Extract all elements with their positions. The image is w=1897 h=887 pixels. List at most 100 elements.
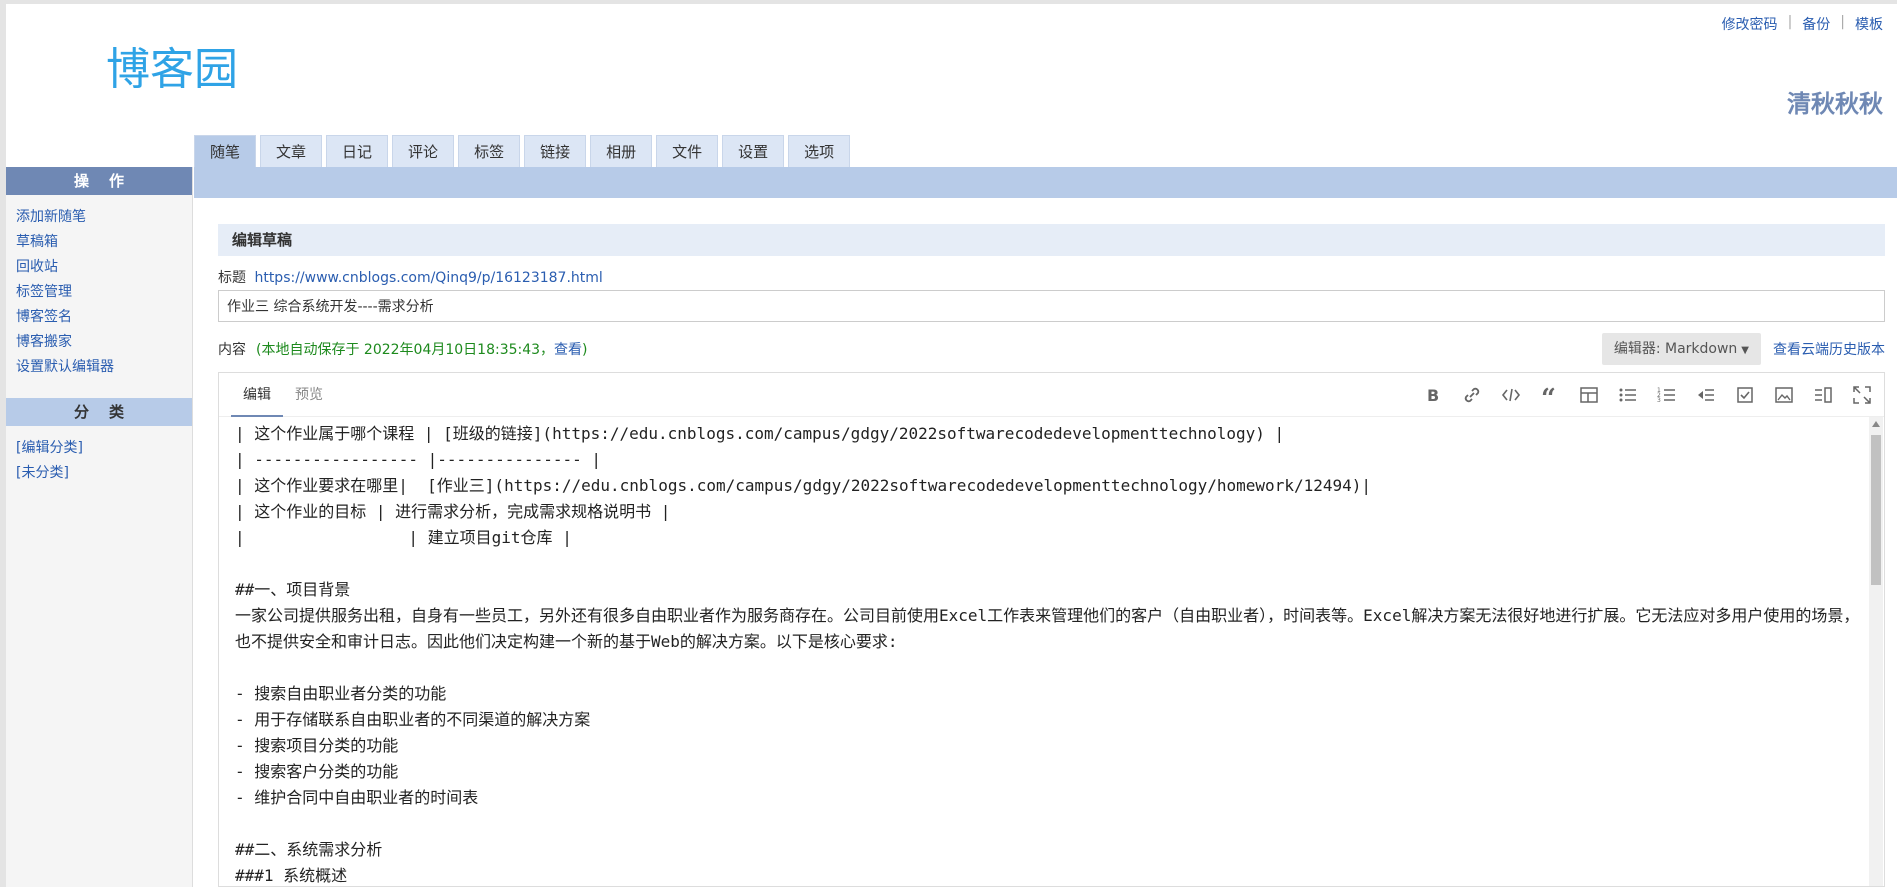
sidebar-op-item: 设置默认编辑器 bbox=[16, 355, 192, 380]
link-icon[interactable] bbox=[1462, 385, 1482, 405]
sidebar-op-link[interactable]: 博客签名 bbox=[16, 309, 72, 325]
sidebar-ops-list: 添加新随笔草稿箱回收站标签管理博客签名博客搬家设置默认编辑器 bbox=[6, 195, 192, 386]
backup-link[interactable]: 备份 bbox=[1802, 14, 1830, 34]
title-input[interactable] bbox=[218, 290, 1885, 322]
bold-icon[interactable]: B bbox=[1423, 385, 1443, 405]
tab-4[interactable]: 标签 bbox=[458, 135, 521, 167]
caret-down-icon: ▼ bbox=[1741, 345, 1749, 356]
sidebar-op-link[interactable]: 标签管理 bbox=[16, 284, 72, 300]
editor-line: ##二、系统需求分析 bbox=[235, 840, 383, 859]
cloud-history-link[interactable]: 查看云端历史版本 bbox=[1773, 339, 1885, 359]
sidebar: 操作 添加新随笔草稿箱回收站标签管理博客签名博客搬家设置默认编辑器 分类 [编辑… bbox=[6, 167, 193, 887]
sidebar-op-link[interactable]: 草稿箱 bbox=[16, 234, 58, 250]
editor-line: - 维护合同中自由职业者的时间表 bbox=[235, 788, 479, 807]
cnblogs-logo[interactable]: 博客园 bbox=[106, 40, 276, 96]
sidebar-op-item: 博客签名 bbox=[16, 305, 192, 330]
top-links: 修改密码 | 备份 | 模板 bbox=[1722, 14, 1883, 34]
editor-line: | ----------------- |--------------- | bbox=[235, 450, 602, 469]
autosave-status: (本地自动保存于 2022年04月10日18:35:43，查看) bbox=[256, 339, 588, 359]
svg-text:“: “ bbox=[1541, 385, 1556, 405]
sidebar-op-item: 添加新随笔 bbox=[16, 205, 192, 230]
editor-line: | | 建立项目git仓库 | bbox=[235, 528, 572, 547]
sidebar-ops-title: 操作 bbox=[6, 167, 192, 195]
main-tabs: 随笔 文章 日记 评论 标签 链接 相册 文件 设置 选项 bbox=[194, 135, 851, 167]
sidebar-op-link[interactable]: 博客搬家 bbox=[16, 334, 72, 350]
sidebar-op-item: 博客搬家 bbox=[16, 330, 192, 355]
sidebar-cat-item: [未分类] bbox=[16, 461, 192, 486]
sidebar-op-item: 草稿箱 bbox=[16, 230, 192, 255]
scroll-thumb[interactable] bbox=[1871, 435, 1881, 585]
checkbox-icon[interactable] bbox=[1735, 385, 1755, 405]
editor-scrollbar[interactable] bbox=[1869, 417, 1883, 886]
markdown-editor: 编辑 预览 B “ 1 2 3 | 这个作业属于哪个课程 | [班级的链接](https… bbox=[218, 372, 1885, 887]
editor-line: 一家公司提供服务出租，自身有一些员工，另外还有很多自由职业者作为服务商存在。公司… bbox=[235, 606, 1860, 651]
svg-text:B: B bbox=[1427, 386, 1439, 405]
editor-select-label: 编辑器: Markdown bbox=[1613, 341, 1738, 357]
editor-line: | 这个作业要求在哪里| [作业三](https://edu.cnblogs.c… bbox=[235, 476, 1372, 495]
scroll-up-icon[interactable] bbox=[1872, 421, 1880, 427]
tab-1[interactable]: 文章 bbox=[260, 135, 323, 167]
editor-line: - 搜索自由职业者分类的功能 bbox=[235, 684, 447, 703]
editor-tab-edit[interactable]: 编辑 bbox=[231, 373, 283, 417]
tab-7[interactable]: 文件 bbox=[656, 135, 719, 167]
autosave-suffix: ) bbox=[582, 342, 588, 358]
sidebar-cat-link[interactable]: [未分类] bbox=[16, 465, 69, 481]
editor-line: - 搜索项目分类的功能 bbox=[235, 736, 399, 755]
editor-select[interactable]: 编辑器: Markdown ▼ bbox=[1601, 333, 1761, 365]
svg-text:3: 3 bbox=[1657, 397, 1661, 404]
editor-textarea[interactable]: | 这个作业属于哪个课程 | [班级的链接](https://edu.cnblo… bbox=[229, 417, 1870, 886]
ordered-list-icon[interactable]: 123 bbox=[1657, 385, 1677, 405]
sidebar-op-item: 回收站 bbox=[16, 255, 192, 280]
sidebar-cat-link[interactable]: [编辑分类] bbox=[16, 440, 83, 456]
sidebar-cat-title: 分类 bbox=[6, 398, 192, 426]
content-row: 内容 (本地自动保存于 2022年04月10日18:35:43，查看) 编辑器:… bbox=[218, 332, 1885, 366]
main-content: 编辑草稿 标题 https://www.cnblogs.com/Qinq9/p/… bbox=[218, 224, 1885, 887]
tab-5[interactable]: 链接 bbox=[524, 135, 587, 167]
autosave-prefix: (本地自动保存于 2022年04月10日18:35:43， bbox=[256, 342, 555, 358]
bullet-list-icon[interactable] bbox=[1618, 385, 1638, 405]
blog-name[interactable]: 清秋秋秋 bbox=[1787, 84, 1883, 119]
sidebar-cat-item: [编辑分类] bbox=[16, 436, 192, 461]
sidebar-cat-list: [编辑分类] [未分类] bbox=[6, 426, 192, 492]
quote-icon[interactable]: “ bbox=[1540, 385, 1560, 405]
tab-0[interactable]: 随笔 bbox=[194, 135, 257, 167]
split-view-icon[interactable] bbox=[1813, 385, 1833, 405]
template-link[interactable]: 模板 bbox=[1855, 14, 1883, 34]
tab-8[interactable]: 设置 bbox=[722, 135, 785, 167]
title-label-row: 标题 https://www.cnblogs.com/Qinq9/p/16123… bbox=[218, 268, 1885, 288]
sidebar-op-link[interactable]: 添加新随笔 bbox=[16, 209, 86, 225]
logo-text: 博客园 bbox=[106, 44, 238, 95]
tab-6[interactable]: 相册 bbox=[590, 135, 653, 167]
content-label: 内容 bbox=[218, 342, 246, 358]
autosave-view-link[interactable]: 查看 bbox=[554, 342, 582, 358]
title-label: 标题 bbox=[218, 270, 246, 286]
editor-line: - 用于存储联系自由职业者的不同渠道的解决方案 bbox=[235, 710, 591, 729]
editor-tab-preview[interactable]: 预览 bbox=[283, 373, 335, 417]
editor-toolbar: 编辑 预览 B “ 1 2 3 bbox=[219, 373, 1884, 417]
change-password-link[interactable]: 修改密码 bbox=[1722, 14, 1778, 34]
tab-9[interactable]: 选项 bbox=[788, 135, 851, 167]
fullscreen-icon[interactable] bbox=[1852, 385, 1872, 405]
editor-line: ##一、项目背景 bbox=[235, 580, 351, 599]
editor-line: | 这个作业属于哪个课程 | [班级的链接](https://edu.cnblo… bbox=[235, 424, 1285, 443]
code-icon[interactable] bbox=[1501, 385, 1521, 405]
editor-line: ###1 系统概述 bbox=[235, 866, 348, 885]
separator: | bbox=[1840, 14, 1845, 30]
sidebar-op-link[interactable]: 设置默认编辑器 bbox=[16, 359, 114, 375]
nav-bar bbox=[194, 167, 1897, 198]
table-icon[interactable] bbox=[1579, 385, 1599, 405]
section-title: 编辑草稿 bbox=[218, 224, 1885, 256]
tab-3[interactable]: 评论 bbox=[392, 135, 455, 167]
sidebar-op-item: 标签管理 bbox=[16, 280, 192, 305]
editor-line: | 这个作业的目标 | 进行需求分析，完成需求规格说明书 | bbox=[235, 502, 671, 521]
tab-2[interactable]: 日记 bbox=[326, 135, 389, 167]
sidebar-op-link[interactable]: 回收站 bbox=[16, 259, 58, 275]
editor-line: - 搜索客户分类的功能 bbox=[235, 762, 399, 781]
post-url-link[interactable]: https://www.cnblogs.com/Qinq9/p/16123187… bbox=[254, 270, 602, 286]
editor-tools: B “ 1 2 3 bbox=[1423, 385, 1872, 405]
indent-icon[interactable] bbox=[1696, 385, 1716, 405]
image-icon[interactable] bbox=[1774, 385, 1794, 405]
